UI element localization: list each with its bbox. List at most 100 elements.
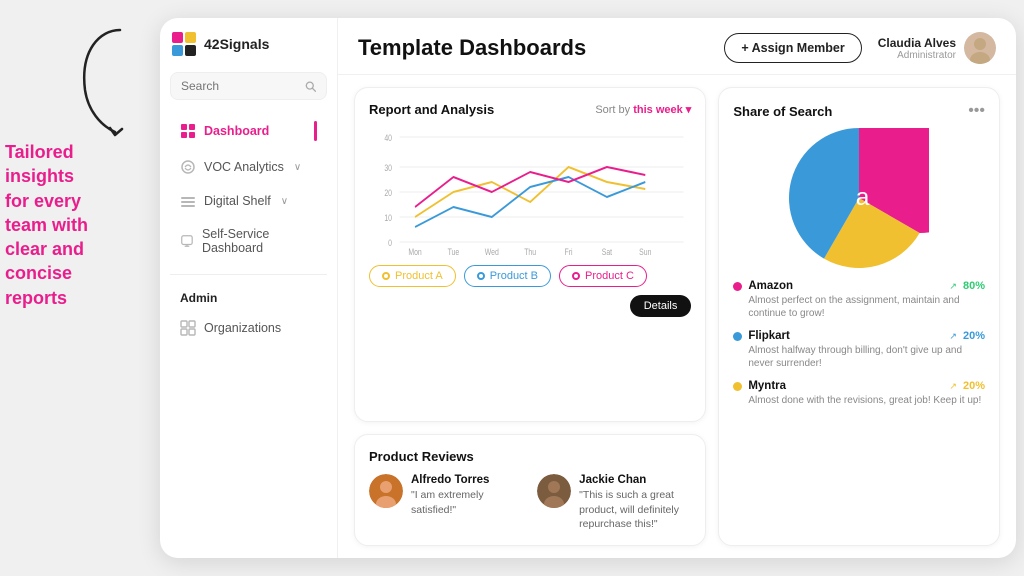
svg-text:Tue: Tue — [448, 247, 460, 257]
logo-text: 42Signals — [204, 36, 269, 52]
review-avatar-0 — [369, 474, 403, 508]
flipkart-desc: Almost halfway through billing, don't gi… — [748, 344, 985, 370]
main-content: Template Dashboards + Assign Member Clau… — [338, 18, 1016, 558]
myntra-desc: Almost done with the revisions, great jo… — [748, 394, 985, 407]
sidebar-item-organizations[interactable]: Organizations — [170, 313, 327, 343]
sidebar-divider — [170, 274, 327, 275]
left-panels: Report and Analysis Sort by this week ▾ — [354, 87, 706, 546]
sos-item-myntra-header: Myntra ↗ 20% — [733, 380, 985, 392]
sos-title: Share of Search — [733, 104, 968, 119]
amazon-pct: 80% — [963, 280, 985, 292]
user-name: Claudia Alves — [878, 36, 956, 50]
svg-text:0: 0 — [388, 238, 392, 248]
dashboard-icon — [180, 123, 196, 139]
flipkart-brand: Flipkart — [748, 330, 943, 342]
sos-item-amazon-header: Amazon ↗ 80% — [733, 280, 985, 292]
flipkart-trend: ↗ — [949, 331, 957, 342]
sos-item-flipkart: Flipkart ↗ 20% Almost halfway through bi… — [733, 330, 985, 370]
digital-shelf-icon — [180, 193, 196, 209]
product-b-dot — [477, 272, 485, 280]
svg-text:30: 30 — [384, 163, 392, 173]
svg-text:40: 40 — [384, 133, 392, 143]
logo-icon — [170, 30, 198, 58]
svg-text:Sun: Sun — [639, 247, 651, 257]
review-body-0: Alfredo Torres "I am extremely satisfied… — [411, 474, 523, 516]
sort-label: Sort by — [595, 104, 633, 116]
sos-header: Share of Search ••• — [733, 102, 985, 120]
user-text: Claudia Alves Administrator — [878, 36, 956, 61]
search-box[interactable] — [170, 72, 327, 100]
legend-b-label: Product B — [490, 270, 538, 282]
review-items: Alfredo Torres "I am extremely satisfied… — [369, 474, 691, 531]
sos-item-amazon: Amazon ↗ 80% Almost perfect on the assig… — [733, 280, 985, 320]
product-a-dot — [382, 272, 390, 280]
review-avatar-1 — [537, 474, 571, 508]
product-c-dot — [572, 272, 580, 280]
legend-a-label: Product A — [395, 270, 443, 282]
svg-text:a: a — [856, 184, 870, 211]
sos-menu-button[interactable]: ••• — [968, 102, 985, 120]
sos-panel: Share of Search ••• — [718, 87, 1000, 546]
header-row: Template Dashboards + Assign Member Clau… — [338, 18, 1016, 75]
avatar — [964, 32, 996, 64]
sidebar-item-digital-shelf[interactable]: Digital Shelf ∨ — [170, 186, 327, 216]
admin-label: Admin — [170, 287, 327, 309]
report-title: Report and Analysis — [369, 102, 595, 117]
sidebar-item-organizations-label: Organizations — [204, 321, 281, 335]
sort-value[interactable]: this week ▾ — [633, 103, 691, 116]
reviews-title: Product Reviews — [369, 449, 691, 464]
review-item-0: Alfredo Torres "I am extremely satisfied… — [369, 474, 523, 531]
pie-container: a — [733, 128, 985, 268]
legend-product-a[interactable]: Product A — [369, 265, 456, 287]
review-item-1: Jackie Chan "This is such a great produc… — [537, 474, 691, 531]
amazon-trend: ↗ — [949, 281, 957, 292]
sidebar-item-digital-shelf-label: Digital Shelf — [204, 194, 271, 208]
report-panel: Report and Analysis Sort by this week ▾ — [354, 87, 706, 422]
flipkart-dot — [733, 332, 742, 341]
user-info: Claudia Alves Administrator — [878, 32, 996, 64]
panels-row: Report and Analysis Sort by this week ▾ — [338, 75, 1016, 558]
self-service-icon — [180, 233, 194, 249]
svg-text:Fri: Fri — [565, 247, 573, 257]
details-button[interactable]: Details — [630, 295, 692, 317]
review-body-1: Jackie Chan "This is such a great produc… — [579, 474, 691, 531]
myntra-pct: 20% — [963, 380, 985, 392]
myntra-trend: ↗ — [949, 381, 957, 392]
sos-item-myntra: Myntra ↗ 20% Almost done with the revisi… — [733, 380, 985, 407]
sidebar-item-voc[interactable]: VOC Analytics ∨ — [170, 152, 327, 182]
logo-area: 42Signals — [170, 30, 330, 58]
svg-text:Thu: Thu — [524, 247, 536, 257]
svg-text:Mon: Mon — [408, 247, 421, 257]
chart-legend: Product A Product B Product C — [369, 265, 691, 317]
sidebar-item-self-service[interactable]: Self-Service Dashboard — [170, 220, 327, 262]
chart-svg: 40 30 20 10 0 Mon Tue Wed Thu — [369, 127, 691, 257]
pie-chart: a — [789, 128, 929, 268]
digital-shelf-chevron: ∨ — [281, 196, 288, 207]
review-text-1: "This is such a great product, will defi… — [579, 488, 691, 531]
arrow-icon — [60, 20, 140, 140]
review-name-1: Jackie Chan — [579, 474, 691, 486]
avatar-image — [964, 32, 996, 64]
svg-text:10: 10 — [384, 213, 392, 223]
sos-list: Amazon ↗ 80% Almost perfect on the assig… — [733, 280, 985, 407]
sidebar-item-self-service-label: Self-Service Dashboard — [202, 227, 317, 255]
review-text-0: "I am extremely satisfied!" — [411, 488, 523, 516]
legend-c-label: Product C — [585, 270, 634, 282]
reviews-panel: Product Reviews — [354, 434, 706, 546]
flipkart-pct: 20% — [963, 330, 985, 342]
search-input[interactable] — [181, 79, 299, 93]
tagline-text: Tailored insights for every team with cl… — [5, 140, 88, 310]
outer-wrapper: Tailored insights for every team with cl… — [0, 0, 1024, 576]
legend-product-c[interactable]: Product C — [559, 265, 647, 287]
assign-member-button[interactable]: + Assign Member — [724, 33, 861, 63]
report-panel-header: Report and Analysis Sort by this week ▾ — [369, 102, 691, 117]
sidebar-item-dashboard[interactable]: Dashboard — [170, 114, 327, 148]
svg-text:Sat: Sat — [602, 247, 613, 257]
amazon-desc: Almost perfect on the assignment, mainta… — [748, 294, 985, 320]
main-card: 42Signals — [160, 18, 1016, 558]
review-name-0: Alfredo Torres — [411, 474, 523, 486]
sidebar-item-voc-label: VOC Analytics — [204, 160, 284, 174]
legend-product-b[interactable]: Product B — [464, 265, 551, 287]
content-area: 42Signals — [160, 18, 1016, 558]
chart-container: 40 30 20 10 0 Mon Tue Wed Thu — [369, 127, 691, 257]
